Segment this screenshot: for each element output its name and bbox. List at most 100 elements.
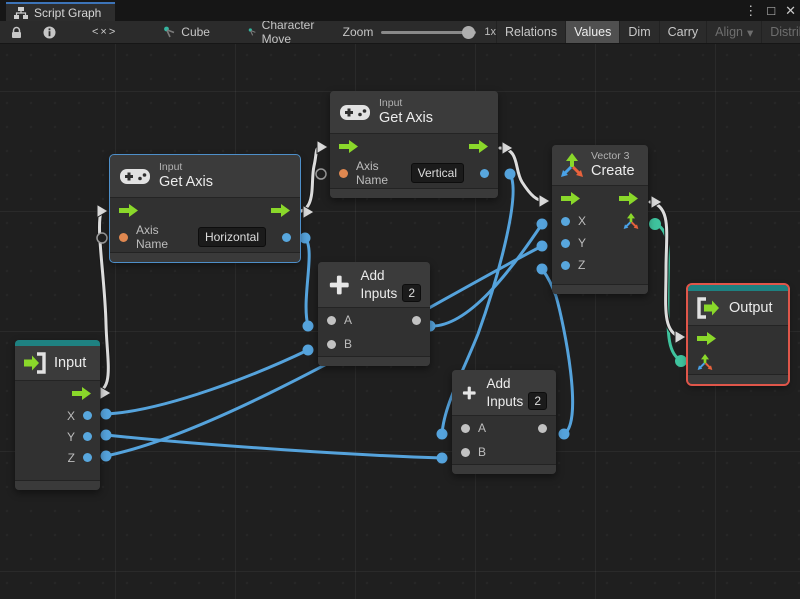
node-title: Get Axis <box>159 174 213 190</box>
port-label: B <box>478 445 487 459</box>
node-category: Input <box>159 161 183 173</box>
zoom-label: Zoom <box>342 25 374 39</box>
kebab-menu-icon[interactable]: ⋮ <box>744 3 757 19</box>
value-out-port[interactable] <box>282 232 291 242</box>
zoom-level: 1x <box>484 26 496 38</box>
variables-button[interactable]: <×> <box>66 21 143 43</box>
node-footer <box>318 356 430 366</box>
align-dropdown[interactable]: Align ▾ <box>706 21 761 43</box>
relations-button[interactable]: Relations <box>495 21 565 43</box>
input-a-port[interactable] <box>327 315 336 325</box>
node-title: Add <box>486 376 511 391</box>
input-a-port[interactable] <box>461 423 470 433</box>
dim-button[interactable]: Dim <box>619 21 658 43</box>
input-b-port[interactable] <box>327 339 336 349</box>
tab-script-graph[interactable]: Script Graph <box>6 2 116 21</box>
vector3-in-port[interactable] <box>697 354 713 370</box>
node-footer <box>688 374 788 384</box>
maximize-icon[interactable]: □ <box>767 3 775 18</box>
gamepad-icon <box>120 168 150 184</box>
plus-icon <box>329 275 349 294</box>
inputs-label: Inputs <box>486 393 524 409</box>
axis-name-field[interactable]: Vertical <box>410 163 464 183</box>
graph-output-icon <box>697 297 719 319</box>
port-label: Z <box>67 450 75 465</box>
vector3-out-port[interactable] <box>623 213 639 229</box>
flow-in-port[interactable] <box>119 203 139 217</box>
graph-toolbar: <×> Cube Character Move Zoom 1x Relation… <box>0 18 800 46</box>
result-port[interactable] <box>412 315 421 325</box>
breadcrumb-character-move[interactable]: Character Move <box>238 18 329 46</box>
angle-x-icon: <×> <box>92 26 118 38</box>
lock-button[interactable] <box>0 21 33 43</box>
distribute-dropdown[interactable]: Distribute ▾ <box>761 21 800 43</box>
node-graph-input[interactable]: Input X Y Z <box>15 340 100 490</box>
inputs-count-field[interactable]: 2 <box>528 392 547 410</box>
gamepad-icon <box>340 104 370 120</box>
axis-name-port[interactable] <box>339 168 348 178</box>
title-bar: Script Graph ⋮ □ ✕ <box>0 0 800 21</box>
y-in-port[interactable] <box>561 238 570 248</box>
input-b-port[interactable] <box>461 447 470 457</box>
graph-canvas[interactable]: Input Get Axis Axis Name Vertical Input … <box>0 44 800 599</box>
subgraph-icon <box>164 26 175 38</box>
node-title: Output <box>729 299 773 316</box>
node-vector3-create[interactable]: Vector 3 Create X Y Z <box>552 145 648 294</box>
flow-in-port[interactable] <box>339 139 359 153</box>
node-footer <box>552 284 648 294</box>
flow-out-port[interactable] <box>72 386 92 400</box>
flow-out-port[interactable] <box>271 203 291 217</box>
node-add-1[interactable]: Add Inputs 2 A B <box>318 262 430 366</box>
node-title: Get Axis <box>379 110 433 126</box>
info-button[interactable] <box>33 21 66 43</box>
node-title: Add <box>360 268 385 283</box>
result-port[interactable] <box>538 423 547 433</box>
breadcrumb-cube[interactable]: Cube <box>153 21 220 43</box>
vector3-icon <box>561 153 583 177</box>
x-in-port[interactable] <box>561 216 570 226</box>
hollow-port[interactable] <box>96 232 108 244</box>
node-footer <box>330 188 498 198</box>
wire-horizontal-to-add1-a[interactable] <box>303 236 311 327</box>
y-out-port[interactable] <box>83 432 92 441</box>
node-footer <box>110 252 300 262</box>
info-icon <box>43 26 56 38</box>
flow-in-port[interactable] <box>697 331 717 345</box>
tab-title: Script Graph <box>34 5 102 20</box>
zoom-slider[interactable] <box>381 25 477 39</box>
zoom-slider-knob[interactable] <box>462 25 476 39</box>
flow-out-port[interactable] <box>619 191 639 205</box>
node-graph-output[interactable]: Output <box>686 283 790 386</box>
graph-input-icon <box>24 352 46 374</box>
x-out-port[interactable] <box>83 411 92 420</box>
values-button[interactable]: Values <box>565 21 620 43</box>
value-out-port[interactable] <box>480 168 489 178</box>
port-label: B <box>344 337 353 351</box>
graph-icon <box>14 6 28 19</box>
view-button-group: Relations Values Dim Carry Align ▾ Distr… <box>495 21 800 43</box>
hollow-port[interactable] <box>315 168 327 180</box>
inputs-label: Inputs <box>360 285 398 301</box>
node-add-2[interactable]: Add Inputs 2 A B <box>452 370 556 474</box>
node-get-axis-horizontal[interactable]: Input Get Axis Axis Name Horizontal <box>109 154 301 263</box>
axis-name-field[interactable]: Horizontal <box>197 227 266 247</box>
flow-out-port[interactable] <box>469 139 489 153</box>
subgraph-icon <box>248 28 256 36</box>
port-label: Z <box>578 258 586 272</box>
node-category: Vector 3 <box>591 150 630 162</box>
port-label: A <box>478 421 487 435</box>
node-get-axis-vertical[interactable]: Input Get Axis Axis Name Vertical <box>330 91 498 198</box>
close-icon[interactable]: ✕ <box>785 3 796 19</box>
flow-in-port[interactable] <box>561 191 581 205</box>
inputs-count-field[interactable]: 2 <box>402 284 421 302</box>
carry-button[interactable]: Carry <box>658 21 707 43</box>
breadcrumb-label: Character Move <box>261 18 315 46</box>
node-category: Input <box>379 97 403 109</box>
z-out-port[interactable] <box>83 453 92 462</box>
axis-name-port[interactable] <box>119 232 128 242</box>
z-in-port[interactable] <box>561 260 570 270</box>
wire-inputx-to-add1-b[interactable] <box>105 348 309 416</box>
node-footer <box>452 464 556 474</box>
wire-inputy-to-add2-b[interactable] <box>105 433 443 460</box>
node-title: Input <box>54 354 87 371</box>
